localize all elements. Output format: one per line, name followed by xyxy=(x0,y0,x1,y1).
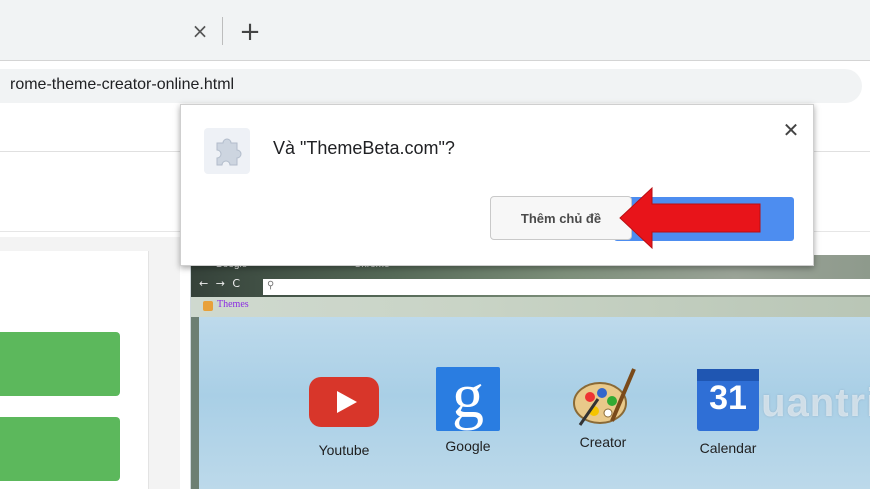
red-arrow-annotation xyxy=(618,186,768,250)
tab-separator xyxy=(222,17,223,45)
address-bar[interactable]: rome-theme-creator-online.html xyxy=(0,69,862,103)
preview-search-icon: ⚲ xyxy=(267,280,275,291)
new-tab-button[interactable]: + xyxy=(236,18,264,46)
preview-bookmark-themes: Themes xyxy=(217,299,249,310)
app-creator: Creator xyxy=(553,368,653,450)
calendar-day-glyph: 31 xyxy=(709,379,747,417)
puzzle-extension-icon xyxy=(204,128,250,174)
preview-bookmark-bar: Themes xyxy=(191,297,870,317)
close-icon[interactable]: ✕ xyxy=(780,119,802,141)
app-youtube: Youtube xyxy=(294,373,394,458)
app-label: Calendar xyxy=(699,440,757,456)
app-label: Google xyxy=(445,438,491,454)
google-icon: g xyxy=(436,360,500,431)
palette-icon xyxy=(568,363,638,433)
google-g-glyph: g xyxy=(452,360,484,431)
app-calendar: 31 Calendar xyxy=(678,369,778,456)
green-action-button-2[interactable] xyxy=(0,417,120,481)
url-text: rome-theme-creator-online.html xyxy=(10,76,235,93)
app-google: g Google xyxy=(418,360,518,454)
app-label: Youtube xyxy=(318,442,370,458)
tab-close-icon[interactable]: × xyxy=(188,19,212,43)
tab-strip: × + xyxy=(0,0,870,61)
preview-omnibox: ⚲ xyxy=(263,279,870,295)
youtube-icon xyxy=(309,377,379,427)
calendar-icon: 31 xyxy=(697,369,759,431)
green-action-button-1[interactable] xyxy=(0,332,120,396)
play-icon xyxy=(337,391,357,413)
preview-nav-buttons: ← → C xyxy=(199,277,243,290)
themes-bookmark-icon xyxy=(203,301,213,311)
preview-side-edge xyxy=(191,317,199,489)
add-theme-button[interactable]: Thêm chủ đề xyxy=(490,196,632,240)
dialog-title: Và "ThemeBeta.com"? xyxy=(273,138,455,158)
app-label: Creator xyxy=(579,434,627,450)
theme-preview: Google Chrome ← → C ⚲ Themes Youtube g G… xyxy=(190,255,870,489)
